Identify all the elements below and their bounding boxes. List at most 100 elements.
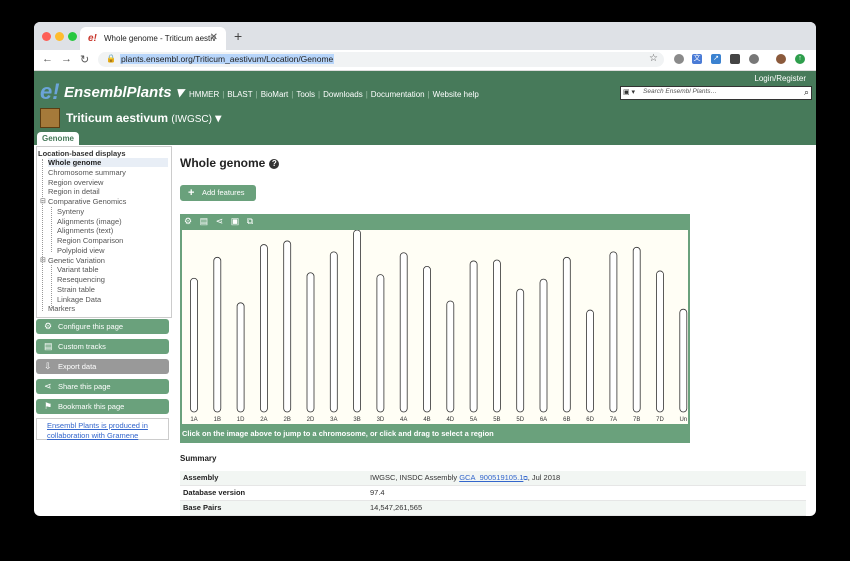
search-input[interactable]: Search Ensembl Plants… <box>643 88 717 95</box>
shield-icon[interactable] <box>730 54 740 64</box>
chromosome-6D[interactable] <box>586 309 595 413</box>
share-icon[interactable]: ⋖ <box>216 216 224 226</box>
site-logo[interactable]: EnsemblPlants ▾ <box>64 83 183 101</box>
tab-close-icon[interactable]: ✕ <box>210 32 218 43</box>
chromosome-5A[interactable] <box>469 260 478 413</box>
tracks-icon[interactable]: ▤ <box>200 216 209 226</box>
sidebar-item-resequencing[interactable]: Resequencing <box>57 275 105 284</box>
image-export-icon[interactable]: ▣ <box>231 216 240 226</box>
bookmark-this-page-button[interactable]: ⚑ Bookmark this page <box>36 399 169 414</box>
species-image[interactable] <box>40 108 60 128</box>
chromosome-5B[interactable] <box>492 259 501 413</box>
nav-tools[interactable]: Tools <box>293 90 318 99</box>
circle-icon[interactable] <box>749 54 759 64</box>
configure-this-page-button[interactable]: ⚙ Configure this page <box>36 319 169 334</box>
search-scope-select[interactable]: ▣ ▾ <box>623 88 635 96</box>
sidebar-item-alignments-text[interactable]: Alignments (text) <box>57 226 113 235</box>
chromosome-3B[interactable] <box>353 230 361 413</box>
chromosome-Un[interactable] <box>679 308 688 413</box>
nav-hmmer[interactable]: HMMER <box>186 90 222 99</box>
chromosome-4B[interactable] <box>423 266 431 413</box>
url-text[interactable]: plants.ensembl.org/Triticum_aestivum/Loc… <box>120 54 335 64</box>
bookmark-star-icon[interactable]: ☆ <box>649 53 658 64</box>
chromosome-7B[interactable] <box>632 246 641 413</box>
chromosome-6B[interactable] <box>562 256 571 413</box>
pen-icon[interactable]: ↗ <box>711 54 721 64</box>
chromosome-3D[interactable] <box>376 274 385 413</box>
species-name[interactable]: Triticum aestivum (IWGSC) ▾ <box>66 111 221 125</box>
avatar[interactable] <box>776 54 786 64</box>
chromosome-label: 3A <box>330 417 337 423</box>
nav-documentation[interactable]: Documentation <box>368 90 428 99</box>
chromosome-6A[interactable] <box>539 278 548 413</box>
chromosome-2A[interactable] <box>260 244 268 413</box>
chromosome-label: 5B <box>493 417 500 423</box>
chromosome-7A[interactable] <box>609 251 618 413</box>
nav-biomart[interactable]: BioMart <box>258 90 292 99</box>
maximize-window-icon[interactable] <box>68 32 77 41</box>
chromosome-4D[interactable] <box>446 300 455 413</box>
add-features-button[interactable]: + Add features <box>180 185 256 201</box>
gramene-credit-link[interactable]: Ensembl Plants is produced in collaborat… <box>36 418 169 440</box>
chromosome-2B[interactable] <box>283 240 292 413</box>
sidebar-item-synteny[interactable]: Synteny <box>57 207 84 216</box>
tab-genome[interactable]: Genome <box>37 132 80 145</box>
new-tab-icon[interactable]: + <box>234 28 242 44</box>
browser-tab[interactable]: e! Whole genome - Triticum aestiv ✕ <box>80 27 226 50</box>
sidebar-item-polyploid-view[interactable]: Polyploid view <box>57 246 105 255</box>
sidebar-item-alignments-image[interactable]: Alignments (image) <box>57 217 122 226</box>
chromosome-label: 3B <box>353 417 360 423</box>
sidebar-item-genetic-variation[interactable]: Genetic Variation <box>48 256 105 265</box>
sidebar-item-comparative-genomics[interactable]: Comparative Genomics <box>48 197 126 206</box>
sidebar-item-region-in-detail[interactable]: Region in detail <box>48 187 100 196</box>
back-icon[interactable]: ← <box>42 53 53 65</box>
extension-icon[interactable] <box>674 54 684 64</box>
sidebar-item-strain-table[interactable]: Strain table <box>57 285 95 294</box>
sidebar-item-linkage-data[interactable]: Linkage Data <box>57 295 101 304</box>
address-bar[interactable]: 🔒 plants.ensembl.org/Triticum_aestivum/L… <box>98 52 664 67</box>
panel-toolbar: ⚙ ▤ ⋖ ▣ ⧉ <box>184 216 258 227</box>
ensembl-logo-icon[interactable]: e! <box>40 79 60 105</box>
chromosome-label: 5A <box>470 417 477 423</box>
sidebar-item-chromosome-summary[interactable]: Chromosome summary <box>48 168 126 177</box>
tree-guide-line <box>42 159 43 311</box>
nav-website-help[interactable]: Website help <box>430 90 482 99</box>
summary-heading: Summary <box>180 454 217 463</box>
nav-blast[interactable]: BLAST <box>224 90 255 99</box>
configure-gear-icon[interactable]: ⚙ <box>184 216 192 226</box>
sidebar-item-whole-genome[interactable]: Whole genome <box>48 158 168 167</box>
help-icon[interactable]: ? <box>269 159 280 169</box>
search-box[interactable]: ▣ ▾ Search Ensembl Plants… ⌕ <box>620 86 812 100</box>
custom-tracks-button[interactable]: ▤ Custom tracks <box>36 339 169 354</box>
search-icon[interactable]: ⌕ <box>804 87 809 98</box>
karyotype-image[interactable]: 1A 1B 1D 2A 2B 2D 3A 3B 3D 4A 4B 4D 5A 5B 5D 6A 6B 6D 7A 7B… <box>182 230 688 424</box>
page-title: Whole genome? <box>180 156 280 170</box>
site-header: Login/Register e! EnsemblPlants ▾ HMMER |… <box>34 71 816 145</box>
chromosome-1A[interactable] <box>190 277 198 413</box>
sidebar-item-variant-table[interactable]: Variant table <box>57 265 99 274</box>
login-register-link[interactable]: Login/Register <box>754 74 806 83</box>
chromosome-1B[interactable] <box>213 256 222 413</box>
export-data-button[interactable]: ⇩ Export data <box>36 359 169 374</box>
chromosome-4A[interactable] <box>399 252 408 413</box>
assembly-accession-link[interactable]: GCA_900519105.1 <box>459 473 523 482</box>
chromosome-5D[interactable] <box>516 288 525 413</box>
chromosome-7D[interactable] <box>656 270 664 413</box>
table-row: Base Pairs 14,547,261,565 <box>180 501 806 516</box>
chromosome-1D[interactable] <box>236 302 245 413</box>
chromosome-3A[interactable] <box>329 251 338 413</box>
sidebar-item-region-comparison[interactable]: Region Comparison <box>57 236 123 245</box>
sidebar-item-markers[interactable]: Markers <box>48 304 75 313</box>
chromosome-label: 1A <box>190 417 197 423</box>
forward-icon[interactable]: → <box>61 53 72 65</box>
share-this-page-button[interactable]: ⋖ Share this page <box>36 379 169 394</box>
resize-icon[interactable]: ⧉ <box>247 216 253 226</box>
nav-downloads[interactable]: Downloads <box>320 90 366 99</box>
sidebar-item-region-overview[interactable]: Region overview <box>48 178 103 187</box>
chromosome-2D[interactable] <box>306 272 315 413</box>
minimize-window-icon[interactable] <box>55 32 64 41</box>
reload-icon[interactable]: ↻ <box>80 53 89 66</box>
update-icon[interactable]: ↑ <box>795 54 805 64</box>
close-window-icon[interactable] <box>42 32 51 41</box>
translate-icon[interactable]: 文 <box>692 54 702 64</box>
